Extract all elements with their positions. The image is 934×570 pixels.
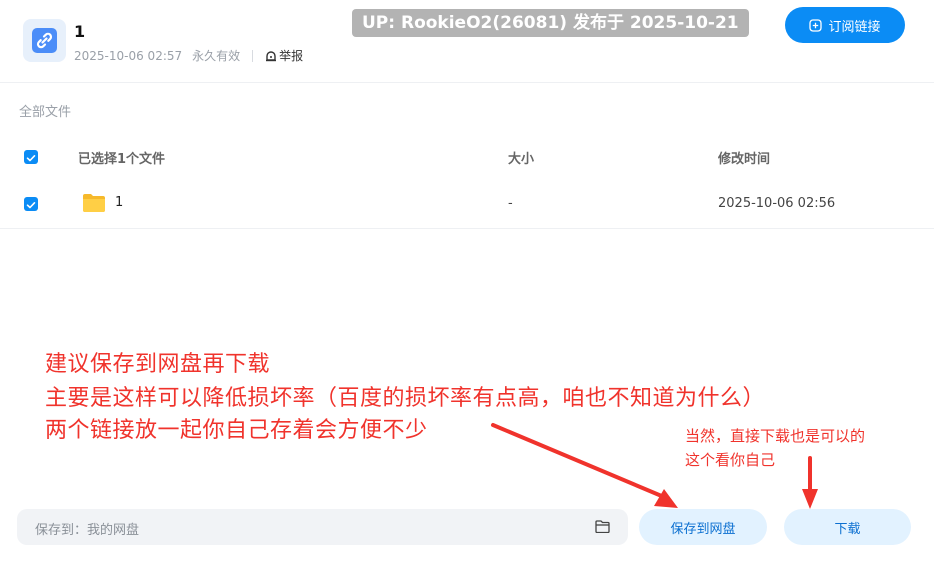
save-destination-label: 保存到：我的网盘 — [35, 523, 140, 538]
annotation-arrows — [491, 423, 818, 509]
arrow-to-save — [491, 423, 678, 508]
arrow-to-download — [802, 456, 818, 509]
save-to-netdisk-button[interactable]: 保存到网盘 — [639, 509, 767, 545]
folder-picker-icon[interactable] — [595, 520, 610, 533]
download-button[interactable]: 下载 — [784, 509, 911, 545]
save-destination-field[interactable]: 保存到：我的网盘 — [17, 509, 628, 545]
